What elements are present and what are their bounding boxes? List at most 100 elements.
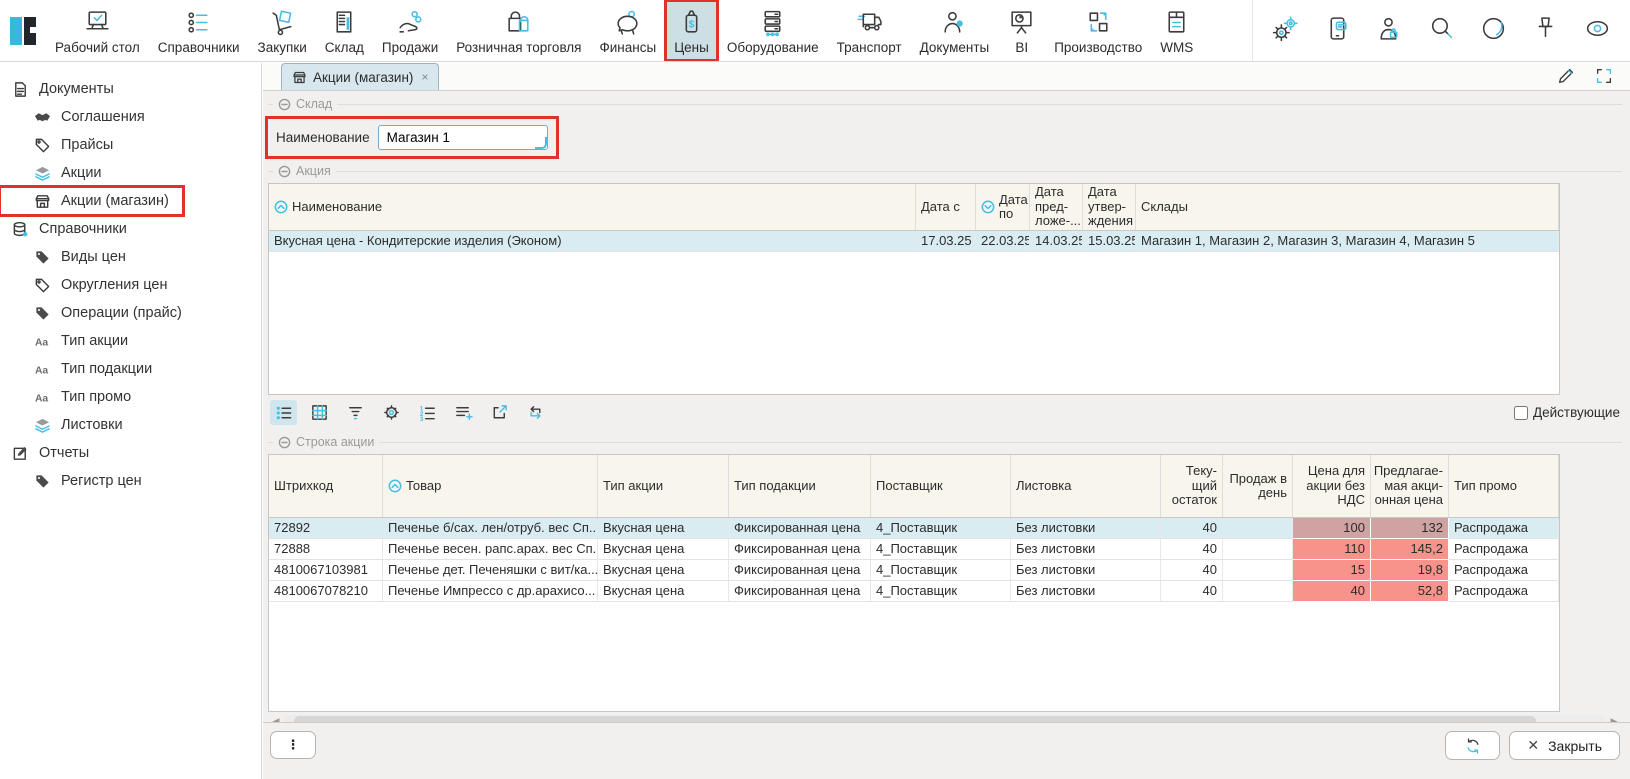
search-icon	[1427, 14, 1456, 43]
nav-item-sales[interactable]: Продажи	[373, 0, 447, 61]
refresh-button[interactable]	[1445, 731, 1500, 760]
list-view-tool[interactable]	[270, 400, 297, 425]
sidebar-item-13[interactable]: Отчеты	[0, 439, 103, 467]
collapse-icon[interactable]	[278, 436, 291, 449]
cell: Без листовки	[1011, 539, 1161, 560]
sidebar-item-7[interactable]: Округления цен	[0, 271, 181, 299]
column-header[interactable]: Тип промо	[1449, 455, 1559, 517]
column-header[interactable]: Дата с	[916, 184, 976, 230]
column-header-label: Поставщик	[876, 479, 943, 494]
nav-item-transport[interactable]: Транспорт	[828, 0, 911, 61]
sidebar-item-3[interactable]: Акции	[0, 159, 116, 187]
table-row[interactable]: 4810067078210Печенье Импрессо с др.арахи…	[269, 581, 1559, 602]
sidebar-item-9[interactable]: AaТип акции	[0, 327, 142, 355]
cell: Вкусная цена	[598, 518, 729, 539]
sidebar-item-5[interactable]: Справочники	[0, 215, 141, 243]
nav-item-warehouse[interactable]: Склад	[316, 0, 373, 61]
column-header[interactable]: Предлагае-мая акци-онная цена	[1371, 455, 1449, 517]
column-header[interactable]: Дата утвер-ждения	[1083, 184, 1136, 230]
column-header[interactable]: Товар	[383, 455, 598, 517]
reload-tool[interactable]	[522, 400, 549, 425]
column-header[interactable]: Листовка	[1011, 455, 1161, 517]
column-header[interactable]: Теку-щий остаток	[1161, 455, 1223, 517]
nav-item-purchases[interactable]: Закупки	[249, 0, 316, 61]
column-header[interactable]: Продаж в день	[1223, 455, 1293, 517]
fullscreen-icon[interactable]	[1594, 66, 1614, 91]
top-nav-items: Рабочий столСправочникиЗакупкиСкладПрода…	[46, 0, 1202, 61]
column-header[interactable]: Наименование	[269, 184, 916, 230]
more-actions-button[interactable]: ⋮	[270, 731, 316, 759]
prices-icon: $	[677, 8, 706, 37]
clock-button[interactable]	[1479, 14, 1508, 48]
table-row[interactable]: 4810067103981Печенье дет. Печеняшки с ви…	[269, 560, 1559, 581]
sidebar-item-14[interactable]: Регистр цен	[0, 467, 156, 495]
nav-item-bi[interactable]: BI	[998, 0, 1045, 61]
gear-tool[interactable]	[378, 400, 405, 425]
sort-asc-icon	[274, 200, 288, 214]
section-label: Строка акции	[296, 435, 374, 449]
pin-button[interactable]	[1531, 14, 1560, 48]
column-header[interactable]: Штрихкод	[269, 455, 383, 517]
cell: 4810067103981	[269, 560, 383, 581]
layers-icon	[34, 417, 51, 434]
cell: 4_Поставщик	[871, 581, 1011, 602]
column-header[interactable]: Дата пред-ложе-...	[1030, 184, 1083, 230]
tab-akcii-magazin[interactable]: Акции (магазин) ×	[281, 63, 439, 90]
tab-close-icon[interactable]: ×	[421, 70, 428, 84]
warehouse-icon	[330, 8, 359, 37]
user-lock-icon	[1375, 14, 1404, 43]
numbered-list-tool[interactable]: 123	[414, 400, 441, 425]
akciya-row[interactable]: Вкусная цена - Кондитерские изделия (Эко…	[269, 231, 1559, 252]
sidebar-item-10[interactable]: AaТип подакции	[0, 355, 166, 383]
active-filter-checkbox[interactable]	[1514, 406, 1528, 420]
settings-gears-button[interactable]	[1271, 14, 1300, 48]
column-header[interactable]: Цена для акции без НДС	[1293, 455, 1371, 517]
sidebar-item-label: Виды цен	[61, 249, 126, 265]
desktop-icon	[83, 8, 112, 37]
sidebar-item-12[interactable]: Листовки	[0, 411, 137, 439]
feedback-button[interactable]	[1323, 14, 1352, 48]
nav-item-directory[interactable]: Справочники	[149, 0, 249, 61]
column-header[interactable]: Тип подакции	[729, 455, 871, 517]
column-header[interactable]: Склады	[1136, 184, 1559, 230]
sidebar-item-6[interactable]: Виды цен	[0, 243, 140, 271]
sidebar-item-11[interactable]: AaТип промо	[0, 383, 145, 411]
grid-view-tool[interactable]	[306, 400, 333, 425]
add-list-tool[interactable]	[450, 400, 477, 425]
table-row[interactable]: 72888Печенье весен. рапс.арах. вес Сп...…	[269, 539, 1559, 560]
collapse-icon[interactable]	[278, 98, 291, 111]
sidebar-item-4[interactable]: Акции (магазин)	[0, 187, 183, 215]
sidebar-item-0[interactable]: Документы	[0, 75, 128, 103]
column-header[interactable]: Дата по	[976, 184, 1030, 230]
close-x-icon: ✕	[1527, 737, 1539, 754]
table-row[interactable]: 72892Печенье б/сах. лен/отруб. вес Сп...…	[269, 518, 1559, 539]
sidebar-item-2[interactable]: Прайсы	[0, 131, 127, 159]
user-lock-button[interactable]	[1375, 14, 1404, 48]
cell: 40	[1161, 560, 1223, 581]
nav-item-production[interactable]: Производство	[1045, 0, 1151, 61]
nav-item-wms[interactable]: WMS	[1151, 0, 1202, 61]
search-button[interactable]	[1427, 14, 1456, 48]
nav-item-finance[interactable]: Финансы	[591, 0, 666, 61]
eye-button[interactable]	[1583, 14, 1612, 48]
close-button[interactable]: ✕ Закрыть	[1509, 731, 1620, 760]
app-logo[interactable]	[0, 0, 46, 61]
edit-pencil-icon[interactable]	[1556, 66, 1576, 91]
nav-item-documents[interactable]: Документы	[911, 0, 999, 61]
column-header[interactable]: Тип акции	[598, 455, 729, 517]
sidebar-item-1[interactable]: Соглашения	[0, 103, 159, 131]
nav-item-desktop[interactable]: Рабочий стол	[46, 0, 149, 61]
warehouse-name-input[interactable]	[378, 125, 548, 150]
sidebar-item-8[interactable]: Операции (прайс)	[0, 299, 196, 327]
sidebar-item-label: Тип промо	[61, 389, 131, 405]
collapse-icon[interactable]	[278, 165, 291, 178]
cell	[1223, 518, 1293, 539]
filter-tool[interactable]	[342, 400, 369, 425]
logo-mark-dark	[24, 17, 36, 45]
cell: 40	[1293, 581, 1371, 602]
nav-item-retail[interactable]: Розничная торговля	[447, 0, 590, 61]
nav-item-equipment[interactable]: Оборудование	[718, 0, 828, 61]
column-header[interactable]: Поставщик	[871, 455, 1011, 517]
nav-item-prices[interactable]: $Цены	[665, 0, 718, 61]
open-external-tool[interactable]	[486, 400, 513, 425]
